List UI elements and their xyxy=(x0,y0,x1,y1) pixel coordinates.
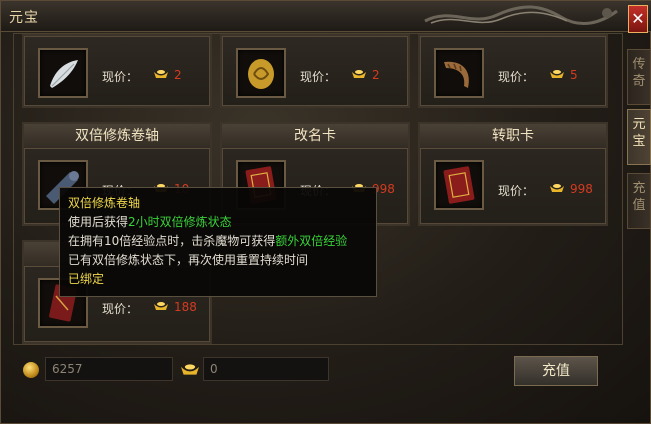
price-value: 2 xyxy=(174,68,182,82)
ingot-icon xyxy=(352,70,366,78)
item-tooltip: 双倍修炼卷轴 使用后获得2小时双倍修炼状态 在拥有10倍经验点时，击杀魔物可获得… xyxy=(59,187,377,297)
yuanbao-shop-window: 元宝 ✕ 传奇 元宝 充值 现价： 2 现价： 2 现价： 5 双倍修炼卷轴 改… xyxy=(0,0,651,424)
shop-item-card[interactable]: 现价： 2 xyxy=(22,34,212,108)
tooltip-highlight: 2小时双倍修炼状态 xyxy=(128,215,232,229)
tab-yuanbao[interactable]: 元宝 xyxy=(627,109,651,165)
tooltip-text: 在拥有10倍经验点时，击杀魔物可获得 xyxy=(68,234,276,248)
horn-icon xyxy=(444,61,469,88)
price-label: 现价： xyxy=(102,302,139,316)
ingot-icon xyxy=(154,302,168,310)
price-label: 现价： xyxy=(102,70,139,84)
close-button[interactable]: ✕ xyxy=(628,5,648,33)
tooltip-line: 已有双倍修炼状态下，再次使用重置持续时间 xyxy=(68,253,309,267)
item-name: 转职卡 xyxy=(420,124,606,149)
ingot-icon xyxy=(154,70,168,78)
window-title: 元宝 xyxy=(9,10,39,26)
tooltip-line: 在拥有10倍经验点时，击杀魔物可获得额外双倍经验 xyxy=(68,232,368,251)
red-book-icon xyxy=(443,166,475,204)
recharge-button[interactable]: 充值 xyxy=(514,356,598,386)
price-value: 998 xyxy=(570,182,593,196)
item-name: 双倍修炼卷轴 xyxy=(24,124,210,149)
tooltip-highlight: 额外双倍经验 xyxy=(275,234,348,248)
gold-coin-icon xyxy=(23,362,39,378)
gold-balance-field: 6257 xyxy=(45,357,173,381)
price-value: 2 xyxy=(372,68,380,82)
ingot-icon xyxy=(181,364,199,375)
item-slot[interactable] xyxy=(434,160,484,210)
price-label: 现价： xyxy=(498,70,535,84)
price-label: 现价： xyxy=(300,70,337,84)
tab-recharge[interactable]: 充值 xyxy=(627,173,651,229)
item-slot[interactable] xyxy=(434,48,484,98)
dragon-ornament-icon xyxy=(424,5,618,25)
price-value: 188 xyxy=(174,300,197,314)
shop-item-card[interactable]: 现价： 2 xyxy=(220,34,410,108)
item-slot[interactable] xyxy=(38,48,88,98)
ingot-balance-field: 0 xyxy=(203,357,329,381)
white-feather-icon xyxy=(50,60,78,88)
shop-item-card[interactable]: 转职卡 现价： 998 xyxy=(418,122,608,226)
golden-token-icon xyxy=(248,59,274,89)
tab-legend[interactable]: 传奇 xyxy=(627,49,651,105)
tooltip-title: 双倍修炼卷轴 xyxy=(68,196,141,210)
bound-status: 已绑定 xyxy=(68,272,105,286)
shop-item-card[interactable]: 现价： 5 xyxy=(418,34,608,108)
title-bar[interactable]: 元宝 ✕ xyxy=(1,1,651,33)
item-name: 改名卡 xyxy=(222,124,408,149)
tooltip-line: 使用后获得2小时双倍修炼状态 xyxy=(68,213,368,232)
price-value: 5 xyxy=(570,68,578,82)
ingot-icon xyxy=(550,70,564,78)
ingot-icon xyxy=(550,184,564,192)
tooltip-text: 使用后获得 xyxy=(68,215,129,229)
item-slot[interactable] xyxy=(236,48,286,98)
price-label: 现价： xyxy=(498,184,535,198)
